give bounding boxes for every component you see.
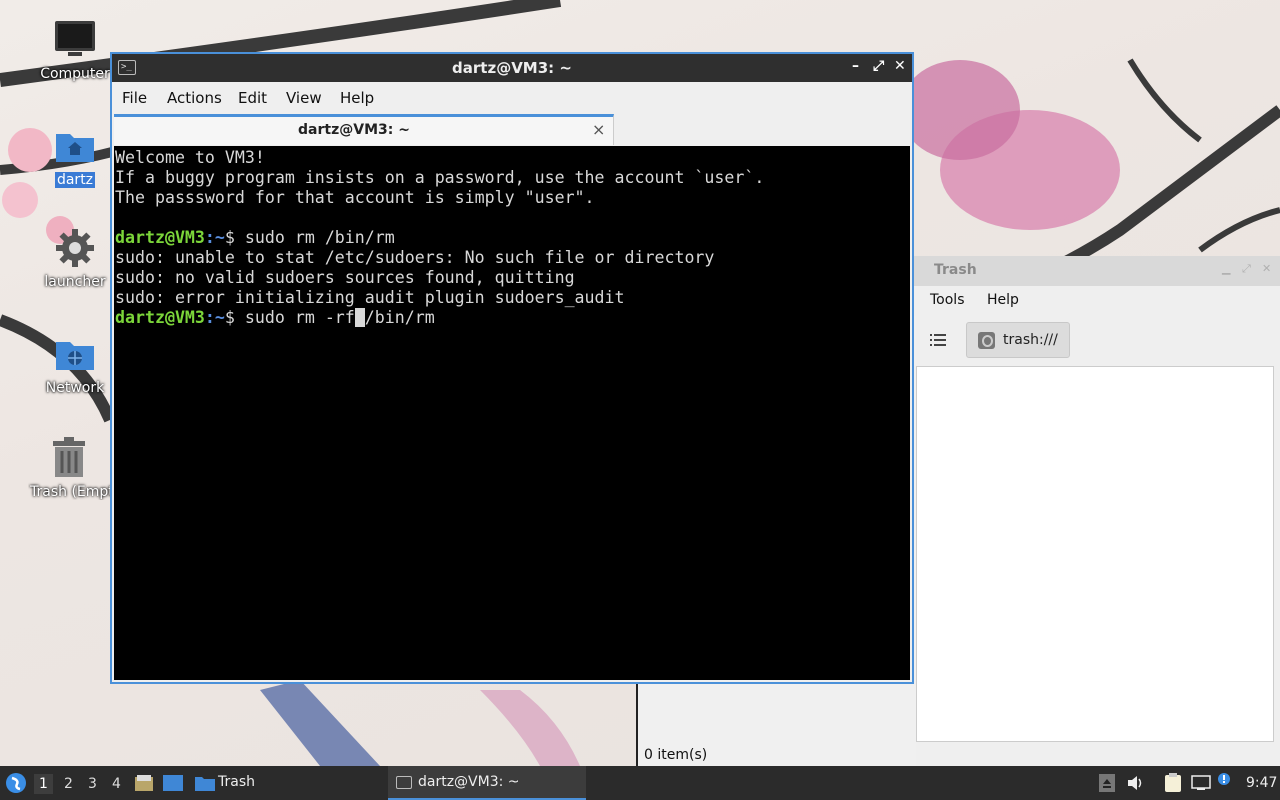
text-cursor: [354, 308, 365, 327]
menu-edit[interactable]: Edit: [238, 89, 267, 107]
menu-actions[interactable]: Actions: [167, 89, 222, 107]
desktop-icon-label: dartz: [54, 172, 96, 188]
terminal-command-line: dartz@VM3:~$ sudo rm -rf /bin/rm: [115, 308, 910, 328]
terminal-titlebar[interactable]: >_ dartz@VM3: ~ – ⤢ ✕: [112, 54, 912, 82]
start-menu-icon[interactable]: [5, 772, 27, 794]
taskbar-trash-task[interactable]: Trash: [218, 774, 255, 790]
close-icon[interactable]: ✕: [1262, 262, 1276, 276]
desktop-icon-network[interactable]: Network: [30, 332, 120, 396]
volume-icon[interactable]: [1127, 775, 1145, 791]
desktop-icon-label: launcher: [44, 274, 106, 290]
minimize-icon[interactable]: –: [852, 58, 859, 74]
menu-file[interactable]: File: [122, 89, 147, 107]
menu-help[interactable]: Help: [340, 89, 374, 107]
file-manager-launcher-icon[interactable]: [134, 774, 154, 792]
notification-icon[interactable]: [1217, 772, 1231, 786]
desktop-icon-launcher[interactable]: launcher: [30, 226, 120, 290]
terminal-window-title: dartz@VM3: ~: [452, 59, 572, 77]
computer-icon: [53, 18, 97, 62]
terminal-line: Welcome to VM3!: [115, 148, 265, 167]
terminal-menubar: File Actions Edit View Help: [112, 82, 912, 112]
command-text: sudo rm -rf: [244, 308, 355, 327]
command-text: sudo rm /bin/rm: [244, 228, 395, 247]
path-bar-location: trash:///: [1003, 332, 1058, 348]
workspace-4[interactable]: 4: [112, 776, 121, 792]
minimize-icon[interactable]: ▁: [1222, 262, 1236, 276]
clipboard-icon[interactable]: [1163, 773, 1183, 793]
terminal-line: If a buggy program insists on a password…: [115, 168, 765, 187]
prompt-user: dartz@VM3: [115, 228, 205, 247]
terminal-output[interactable]: Welcome to VM3! If a buggy program insist…: [114, 146, 910, 680]
terminal-window[interactable]: >_ dartz@VM3: ~ – ⤢ ✕ File Actions Edit …: [110, 52, 914, 684]
tab-close-icon[interactable]: ×: [592, 120, 605, 139]
prompt-user: dartz@VM3: [115, 308, 205, 327]
prompt-path: :~: [204, 308, 225, 327]
terminal-icon: [396, 776, 412, 789]
trash-window-title: Trash: [934, 262, 977, 278]
show-desktop-icon[interactable]: [162, 774, 184, 792]
desktop-icon-trash[interactable]: Trash (Empty): [28, 436, 110, 500]
maximize-icon[interactable]: ⤢: [1242, 262, 1256, 276]
clock[interactable]: 9:47: [1246, 775, 1277, 791]
network-folder-icon: [53, 332, 97, 376]
terminal-line: The passsword for that account is simply…: [115, 188, 595, 207]
terminal-line: sudo: unable to stat /etc/sudoers: No su…: [115, 248, 715, 267]
prompt-symbol: $: [224, 308, 245, 327]
trash-icon: [47, 436, 91, 480]
desktop-icon-computer[interactable]: Computer: [30, 18, 120, 82]
desktop-icon-label: Computer: [40, 66, 110, 82]
taskbar-terminal-label: dartz@VM3: ~: [418, 774, 520, 790]
trash-file-list[interactable]: [916, 366, 1274, 742]
status-bar-count: 0 item(s): [644, 747, 708, 763]
terminal-command-line: dartz@VM3:~$ sudo rm /bin/rm: [115, 228, 910, 248]
menu-view[interactable]: View: [286, 89, 322, 107]
network-icon[interactable]: [1191, 775, 1211, 791]
path-bar[interactable]: trash:///: [966, 322, 1070, 358]
trash-toolbar: trash:///: [914, 318, 1280, 362]
list-view-icon[interactable]: [928, 330, 948, 350]
prompt-path: :~: [204, 228, 225, 247]
menu-help[interactable]: Help: [987, 292, 1019, 308]
tab-label: dartz@VM3: ~: [298, 122, 410, 138]
trash-menubar: Tools Help: [914, 286, 1280, 316]
menu-tools[interactable]: Tools: [930, 292, 965, 308]
desktop-icon-home[interactable]: dartz: [30, 124, 120, 188]
terminal-line: sudo: error initializing audit plugin su…: [115, 288, 625, 307]
folder-icon: [195, 777, 215, 791]
tab-terminal[interactable]: dartz@VM3: ~ ×: [114, 114, 614, 145]
command-text: /bin/rm: [364, 308, 435, 327]
drive-icon: [978, 332, 995, 349]
close-icon[interactable]: ✕: [894, 58, 906, 74]
maximize-icon[interactable]: ⤢: [873, 58, 884, 74]
taskbar-terminal-task[interactable]: dartz@VM3: ~: [388, 766, 586, 800]
workspace-2[interactable]: 2: [64, 776, 73, 792]
eject-icon[interactable]: [1099, 774, 1115, 792]
prompt-symbol: $: [224, 228, 245, 247]
terminal-line: sudo: no valid sudoers sources found, qu…: [115, 268, 575, 287]
trash-titlebar[interactable]: Trash ▁ ⤢ ✕: [914, 256, 1280, 286]
home-folder-icon: [53, 124, 97, 168]
taskbar: 1 2 3 4 Trash dartz@VM3: ~ 9:47: [0, 766, 1280, 800]
workspace-3[interactable]: 3: [88, 776, 97, 792]
workspace-1[interactable]: 1: [34, 774, 53, 794]
desktop-icon-label: Network: [45, 380, 105, 396]
desktop-icon-label: Trash (Empty): [30, 484, 110, 500]
gear-icon: [53, 226, 97, 270]
